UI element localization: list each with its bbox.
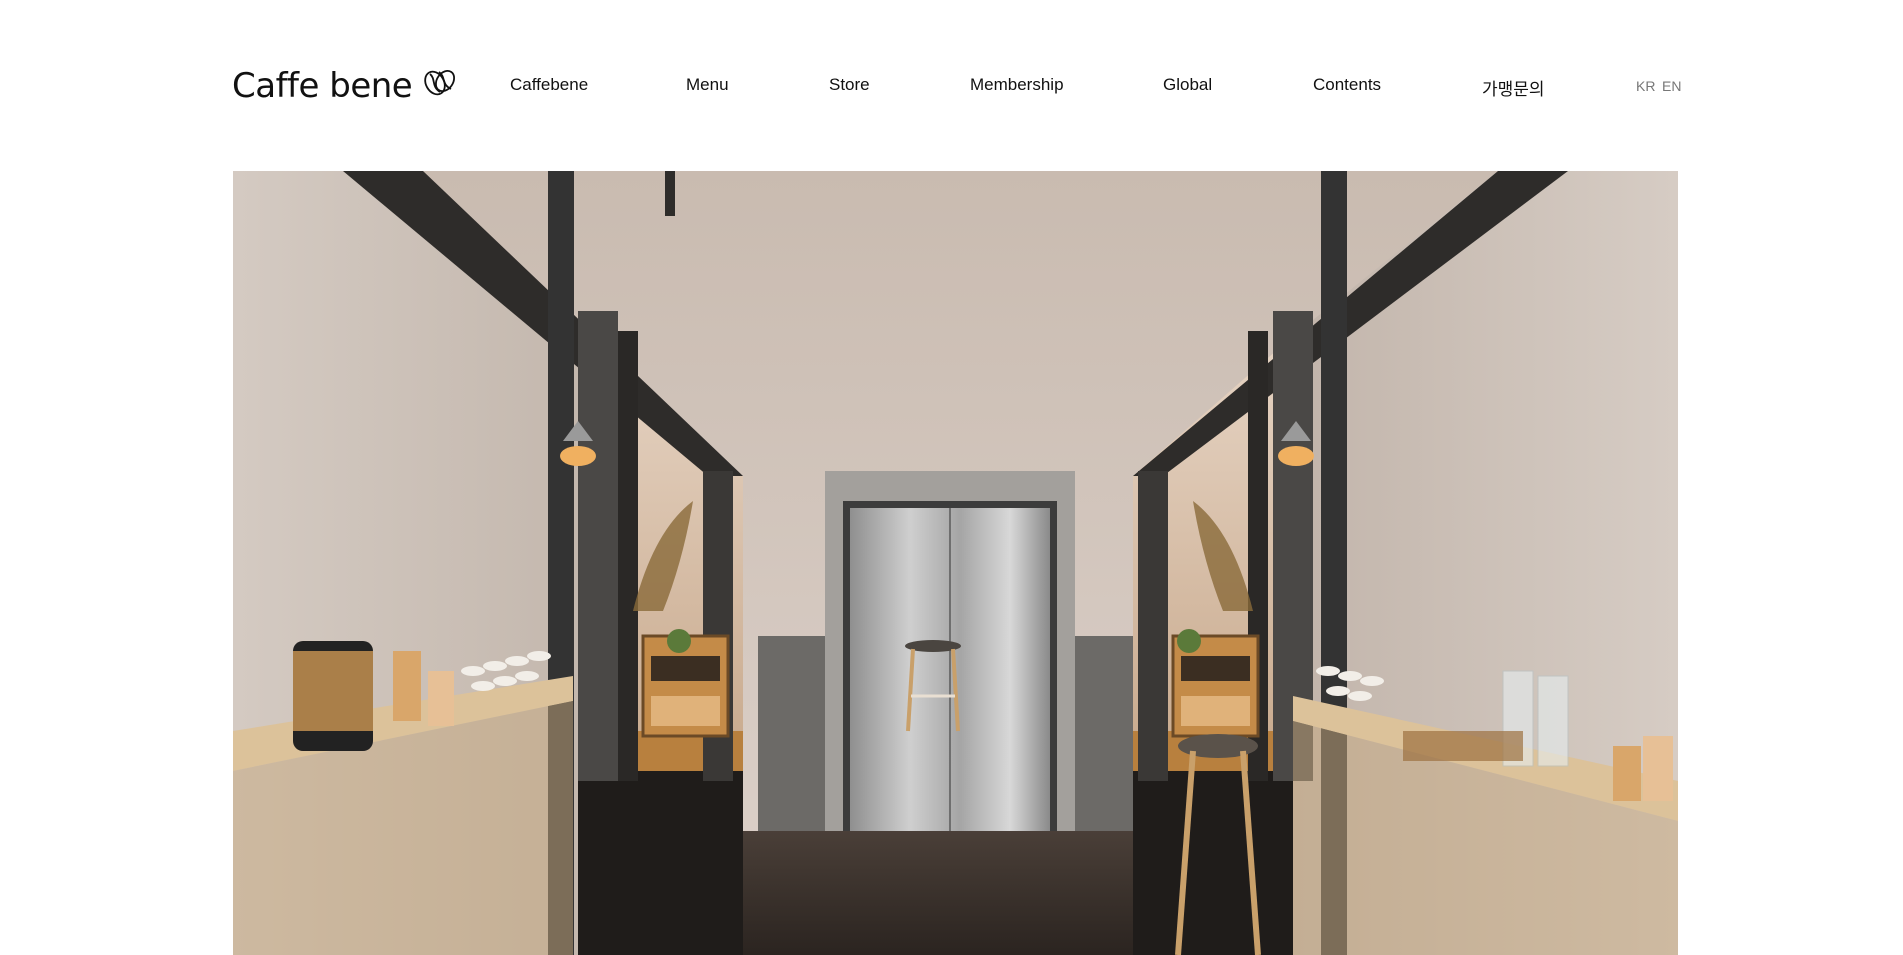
nav-item-menu[interactable]: Menu: [686, 75, 729, 95]
main-nav: Caffebene Menu Store Membership Global C…: [0, 75, 1903, 99]
lang-en-link[interactable]: EN: [1662, 78, 1681, 94]
nav-item-global[interactable]: Global: [1163, 75, 1212, 95]
cafe-interior-illustration: [233, 171, 1678, 955]
nav-item-membership[interactable]: Membership: [970, 75, 1064, 95]
nav-item-caffebene[interactable]: Caffebene: [510, 75, 588, 95]
site-header: Caffe bene Caffebene Menu Store Membersh…: [0, 0, 1903, 170]
hero-image: [233, 171, 1678, 955]
nav-item-contents[interactable]: Contents: [1313, 75, 1381, 95]
lang-kr-link[interactable]: KR: [1636, 78, 1655, 94]
nav-item-store[interactable]: Store: [829, 75, 870, 95]
nav-item-franchise[interactable]: 가맹문의: [1482, 75, 1545, 100]
